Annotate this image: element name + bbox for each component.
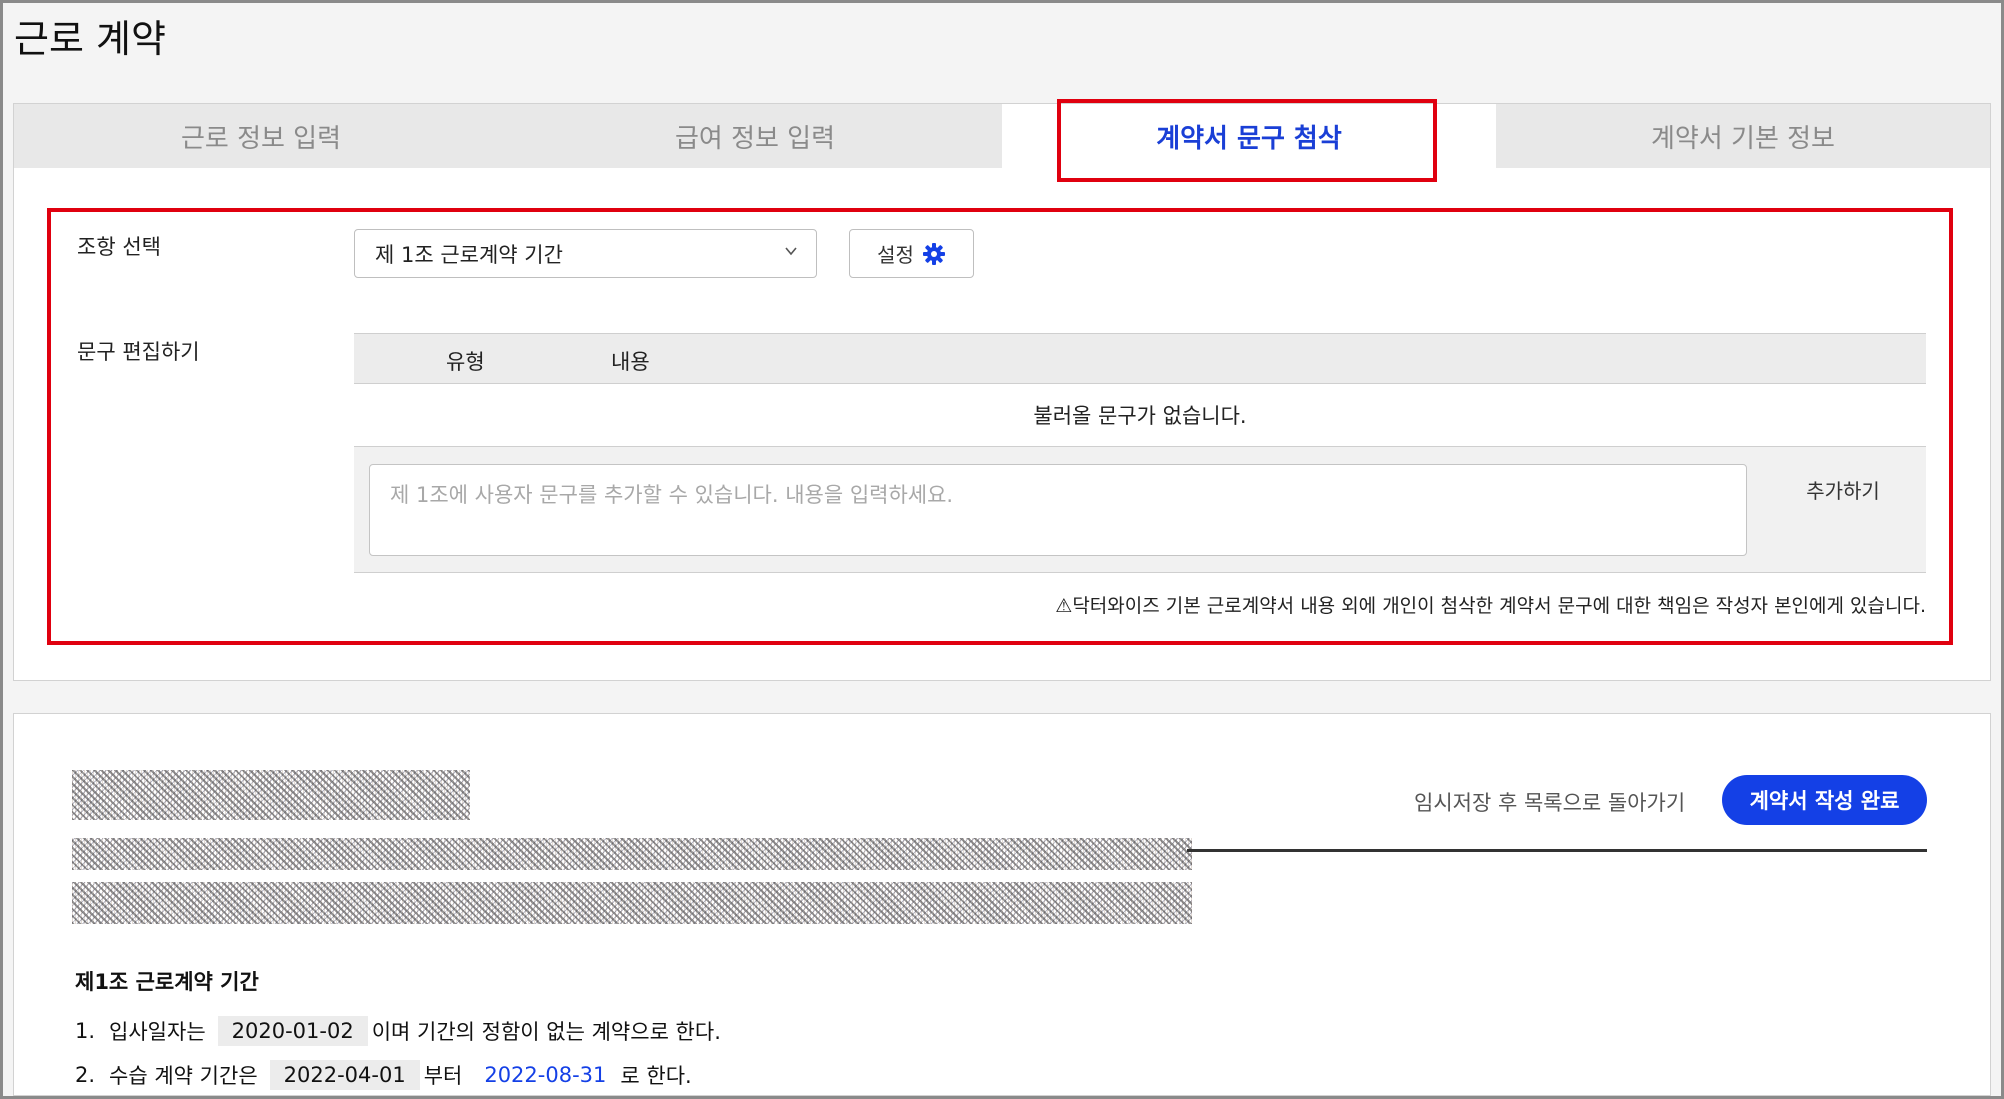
redacted-block	[72, 838, 1192, 870]
save-and-back-link[interactable]: 임시저장 후 목록으로 돌아가기	[1414, 787, 1685, 817]
phrase-input-area: 추가하기	[354, 446, 1926, 573]
probation-start-value: 2022-04-01	[269, 1060, 420, 1090]
probation-end-value: 2022-08-31	[484, 1063, 607, 1087]
redacted-block	[72, 882, 1192, 924]
settings-button-label: 설정	[877, 243, 914, 267]
hire-date-value: 2020-01-02	[217, 1016, 368, 1046]
clause-text: 이며 기간의 정함이 없는 계약으로 한다.	[371, 1020, 721, 1044]
column-header-type: 유형	[446, 350, 485, 374]
gear-icon	[922, 242, 945, 265]
clause-1: 1. 입사일자는 2020-01-02 이며 기간의 정함이 없는 계약으로 한…	[75, 1016, 721, 1046]
tab-bar: 근로 정보 입력 급여 정보 입력 계약서 문구 첨삭 계약서 기본 정보	[14, 104, 1990, 168]
clause-text: 로 한다.	[620, 1064, 692, 1088]
phrase-input[interactable]	[369, 464, 1747, 556]
article-title: 제1조 근로계약 기간	[75, 970, 259, 994]
clause-select[interactable]: 제 1조 근로계약 기간	[354, 229, 817, 278]
chevron-down-icon	[785, 247, 797, 256]
clause-select-label: 조항 선택	[77, 235, 161, 259]
complete-contract-button[interactable]: 계약서 작성 완료	[1722, 775, 1927, 825]
clause-text: 부터	[423, 1064, 463, 1088]
column-header-content: 내용	[611, 350, 650, 374]
clause-text: 수습 계약 기간은	[109, 1064, 258, 1088]
tab-salary-info[interactable]: 급여 정보 입력	[508, 104, 1002, 168]
clause-number: 2.	[75, 1063, 96, 1087]
clause-number: 1.	[75, 1019, 96, 1043]
empty-message: 불러올 문구가 없습니다.	[1033, 404, 1247, 428]
phrase-table-header: 유형 내용	[354, 333, 1926, 384]
redacted-block	[72, 770, 470, 820]
add-phrase-button[interactable]: 추가하기	[1793, 475, 1893, 511]
tab-contract-basic[interactable]: 계약서 기본 정보	[1496, 104, 1990, 168]
settings-button[interactable]: 설정	[849, 229, 974, 278]
tab-contract-edit[interactable]: 계약서 문구 첨삭	[1002, 104, 1496, 168]
clause-text: 입사일자는	[109, 1020, 206, 1044]
clause-2: 2. 수습 계약 기간은 2022-04-01 부터 2022-08-31 로 …	[75, 1060, 692, 1090]
tab-work-info[interactable]: 근로 정보 입력	[14, 104, 508, 168]
page-title: 근로 계약	[14, 17, 166, 61]
divider	[1187, 849, 1927, 852]
clause-select-value: 제 1조 근로계약 기간	[375, 242, 563, 267]
phrase-edit-label: 문구 편집하기	[77, 340, 200, 364]
disclaimer-notice: ⚠닥터와이즈 기본 근로계약서 내용 외에 개인이 첨삭한 계약서 문구에 대한…	[1055, 595, 1926, 617]
